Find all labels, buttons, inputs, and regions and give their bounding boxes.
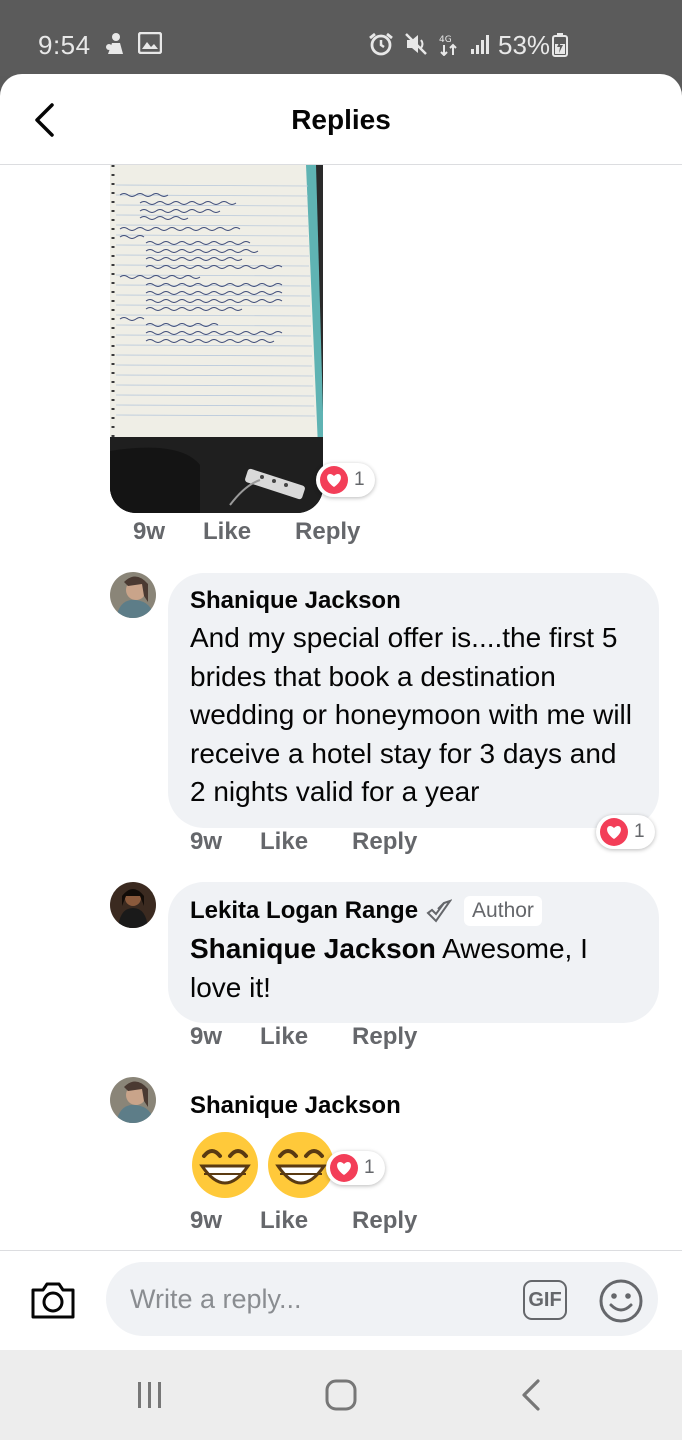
heart-icon — [600, 818, 628, 846]
comment-actions: 9w Like Reply — [190, 1023, 461, 1051]
like-button[interactable]: Like — [260, 1207, 308, 1235]
heart-icon — [330, 1154, 358, 1182]
comment-actions: 9w Like Reply — [190, 828, 461, 856]
comment-bubble[interactable]: Shanique Jackson And my special offer is… — [168, 573, 659, 828]
reply-button[interactable]: Reply — [352, 828, 417, 856]
gif-icon: GIF — [528, 1288, 562, 1311]
mute-icon — [405, 33, 427, 55]
comment-author[interactable]: Shanique Jackson — [190, 1092, 401, 1120]
person-icon — [106, 33, 123, 54]
emoji-comment — [190, 1130, 336, 1200]
replies-sheet: Replies 1 9w Like Reply Shanique Jackson… — [0, 74, 682, 1440]
comment-author[interactable]: Shanique Jackson — [190, 587, 637, 615]
reply-button[interactable]: Reply — [352, 1207, 417, 1235]
like-button[interactable]: Like — [203, 518, 251, 546]
emoji-button[interactable] — [598, 1278, 644, 1329]
heart-icon — [320, 466, 348, 494]
alarm-icon — [369, 32, 393, 56]
battery-icon — [552, 33, 568, 57]
attached-photo[interactable] — [110, 165, 323, 513]
comment-author[interactable]: Lekita Logan Range — [190, 897, 418, 925]
home-icon — [325, 1379, 357, 1411]
comment-text-wrap: Shanique Jackson Awesome, I love it! — [190, 930, 637, 1007]
comment-actions: 9w Like Reply — [133, 518, 404, 546]
avatar[interactable] — [110, 572, 156, 618]
status-time: 9:54 — [38, 30, 91, 60]
reply-button[interactable]: Reply — [295, 518, 360, 546]
recent-apps-button[interactable] — [134, 1378, 166, 1415]
status-left-icons — [104, 32, 162, 56]
reaction-count: 1 — [634, 821, 645, 842]
status-right-icons: 4G — [368, 32, 492, 56]
smiley-icon — [599, 1279, 643, 1323]
comment-time[interactable]: 9w — [190, 1023, 222, 1051]
reaction-summary[interactable]: 1 — [596, 815, 655, 849]
battery-percent: 53% — [498, 30, 551, 60]
mention-link[interactable]: Shanique Jackson — [190, 933, 436, 964]
reply-input[interactable] — [106, 1262, 658, 1336]
data-icon: 4G — [439, 35, 457, 56]
nav-back-icon — [522, 1379, 540, 1411]
reply-button[interactable]: Reply — [352, 1023, 417, 1051]
comment-time[interactable]: 9w — [133, 518, 165, 546]
reaction-summary[interactable]: 1 — [326, 1151, 385, 1185]
camera-button[interactable] — [30, 1280, 76, 1325]
avatar[interactable] — [110, 1077, 156, 1123]
grinning-face-icon — [192, 1132, 258, 1198]
verified-author-icon — [426, 899, 453, 923]
page-title: Replies — [291, 104, 391, 135]
system-nav-bar — [0, 1350, 682, 1440]
recent-apps-icon — [138, 1382, 161, 1408]
composer-divider — [0, 1250, 682, 1251]
avatar[interactable] — [110, 882, 156, 928]
status-bar: 9:54 4G 53% — [0, 0, 682, 76]
gif-button[interactable]: GIF — [523, 1280, 567, 1320]
comment-author-row: Lekita Logan Range Author — [190, 896, 637, 926]
like-button[interactable]: Like — [260, 828, 308, 856]
comment-actions: 9w Like Reply — [190, 1207, 461, 1235]
camera-icon — [31, 1282, 75, 1319]
signal-icon — [471, 35, 489, 54]
header: Replies — [0, 74, 682, 165]
home-button[interactable] — [324, 1378, 358, 1417]
comment-bubble[interactable]: Lekita Logan Range Author Shanique Jacks… — [168, 882, 659, 1023]
reaction-count: 1 — [364, 1157, 375, 1178]
comment-time[interactable]: 9w — [190, 1207, 222, 1235]
svg-text:4G: 4G — [439, 35, 452, 45]
gallery-icon — [138, 32, 162, 54]
comment-time[interactable]: 9w — [190, 828, 222, 856]
nav-back-button[interactable] — [518, 1378, 546, 1417]
reaction-count: 1 — [354, 469, 365, 490]
comment-text: And my special offer is....the first 5 b… — [190, 622, 632, 807]
author-badge: Author — [464, 896, 542, 926]
notebook-photo — [110, 165, 323, 513]
like-button[interactable]: Like — [260, 1023, 308, 1051]
reaction-summary[interactable]: 1 — [316, 463, 375, 497]
